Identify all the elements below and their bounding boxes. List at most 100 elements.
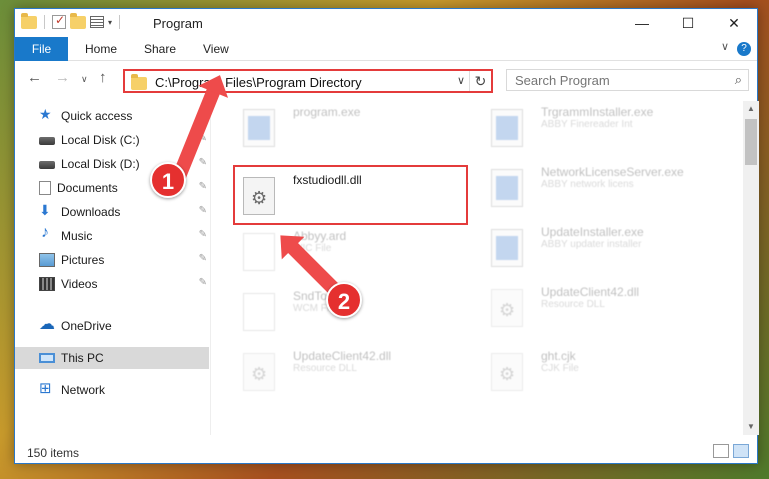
exe-icon	[491, 169, 523, 207]
help-icon[interactable]: ?	[737, 42, 751, 56]
file-description: ABBY network licens	[541, 179, 634, 190]
address-dropdown-icon[interactable]: ∨	[457, 74, 465, 87]
file-name: NetworkLicenseServer.exe	[541, 165, 684, 179]
file-list: program.exe TrgrammInstaller.exe ABBY Fi…	[219, 101, 743, 435]
dll-icon	[491, 353, 523, 391]
scroll-up-icon[interactable]: ▲	[743, 101, 759, 117]
file-name: ght.cjk	[541, 349, 576, 363]
file-item[interactable]: Abbyy.ard WIC File	[227, 225, 477, 283]
step-2-badge: 2	[326, 282, 362, 318]
tab-file[interactable]: File	[15, 37, 68, 61]
file-item[interactable]: TrgrammInstaller.exe ABBY Finereader Int	[475, 101, 725, 159]
disk-icon	[39, 161, 55, 169]
customize-toolbar-icon[interactable]: ▾	[108, 18, 112, 27]
address-bar[interactable]: C:\Program Files\Program Directory ∨ ↻	[123, 69, 493, 93]
pin-icon[interactable]: ✎	[199, 157, 207, 168]
file-icon	[243, 233, 275, 271]
pin-icon[interactable]: ✎	[199, 229, 207, 240]
sidebar-item-label: Music	[61, 229, 93, 243]
sidebar-item-quick-access[interactable]: Quick access	[15, 105, 209, 127]
exe-icon	[491, 109, 523, 147]
exe-icon	[243, 109, 275, 147]
search-box[interactable]: ⌕	[506, 69, 749, 91]
address-path[interactable]: C:\Program Files\Program Directory	[155, 75, 362, 90]
new-folder-icon[interactable]	[70, 12, 86, 29]
large-icons-view-icon[interactable]	[733, 444, 749, 458]
file-item[interactable]: ght.cjk CJK File	[475, 345, 725, 403]
file-item[interactable]: UpdateInstaller.exe ABBY updater install…	[475, 221, 725, 279]
status-bar: 150 items	[15, 441, 757, 463]
pin-icon[interactable]: ✎	[199, 181, 207, 192]
disk-icon	[39, 137, 55, 145]
step-1-badge: 1	[150, 162, 186, 198]
file-item[interactable]: UpdateClient42.dll Resource DLL	[475, 281, 725, 339]
sidebar-item-pictures[interactable]: Pictures ✎	[15, 249, 209, 271]
sidebar-item-label: This PC	[61, 351, 104, 365]
close-button[interactable]: ✕	[711, 9, 757, 37]
tab-view[interactable]: View	[191, 37, 241, 61]
file-item[interactable]: NetworkLicenseServer.exe ABBY network li…	[475, 161, 725, 219]
tab-home[interactable]: Home	[73, 37, 129, 61]
file-description: ABBY updater installer	[541, 239, 642, 250]
scroll-thumb[interactable]	[745, 119, 757, 165]
sidebar-item-videos[interactable]: Videos ✎	[15, 273, 209, 295]
music-icon	[39, 224, 55, 243]
details-view-icon[interactable]	[713, 444, 729, 458]
ribbon: File Home Share View ∨ ?	[15, 37, 757, 61]
sidebar-item-this-pc[interactable]: This PC	[15, 347, 209, 369]
document-icon	[39, 181, 51, 195]
view-icon[interactable]	[90, 16, 104, 28]
search-input[interactable]	[507, 70, 717, 90]
highlight-box-file	[233, 165, 468, 225]
search-icon[interactable]: ⌕	[735, 72, 742, 88]
sidebar-item-label: Pictures	[61, 253, 105, 267]
back-button[interactable]: ←	[27, 69, 42, 86]
navigation-bar: ← → ∨ ↑ C:\Program Files\Program Directo…	[15, 61, 757, 97]
properties-icon[interactable]	[52, 13, 66, 29]
file-item[interactable]: program.exe	[227, 101, 477, 159]
refresh-button[interactable]: ↻	[469, 71, 491, 91]
expand-ribbon-icon[interactable]: ∨	[721, 40, 729, 53]
up-button[interactable]: ↑	[99, 69, 107, 86]
maximize-button[interactable]: ☐	[665, 9, 711, 37]
file-name: UpdateClient42.dll	[293, 349, 392, 363]
sidebar-item-network[interactable]: Network	[15, 379, 209, 401]
sidebar-item-music[interactable]: Music ✎	[15, 224, 209, 247]
pictures-icon	[39, 253, 55, 267]
pin-icon[interactable]: ✎	[199, 205, 207, 216]
file-icon	[243, 293, 275, 331]
forward-button[interactable]: →	[55, 69, 70, 86]
toolbar-divider	[44, 15, 45, 29]
tab-share[interactable]: Share	[132, 37, 188, 61]
sidebar-item-local-disk-c[interactable]: Local Disk (C:) ✎	[15, 129, 209, 151]
sidebar-item-onedrive[interactable]: OneDrive	[15, 314, 209, 337]
sidebar-item-downloads[interactable]: Downloads ✎	[15, 201, 209, 223]
file-name: program.exe	[293, 105, 361, 119]
minimize-button[interactable]: —	[619, 9, 665, 37]
computer-icon	[39, 353, 55, 363]
file-name: UpdateInstaller.exe	[541, 225, 644, 239]
sidebar-item-label: Documents	[57, 181, 118, 195]
file-description: Resource DLL	[541, 299, 605, 310]
file-description: ABBY Finereader Int	[541, 119, 633, 130]
title-bar: ▾ Program — ☐ ✕	[15, 9, 757, 37]
recent-locations-button[interactable]: ∨	[81, 74, 88, 85]
file-item[interactable]: UpdateClient42.dll Resource DLL	[227, 345, 477, 403]
pin-icon[interactable]: ✎	[199, 253, 207, 264]
window-controls: — ☐ ✕	[619, 9, 757, 37]
item-count: 150 items	[27, 446, 80, 460]
dll-icon	[491, 289, 523, 327]
scroll-down-icon[interactable]: ▼	[743, 419, 759, 435]
file-name: UpdateClient42.dll	[541, 285, 640, 299]
pin-icon[interactable]: ✎	[199, 277, 207, 288]
sidebar-item-label: Local Disk (D:)	[61, 157, 140, 171]
download-icon	[39, 202, 55, 219]
folder-icon	[131, 74, 147, 90]
exe-icon	[491, 229, 523, 267]
quick-access-toolbar: ▾	[21, 12, 123, 29]
sidebar-item-label: Videos	[61, 277, 98, 291]
video-icon	[39, 277, 55, 291]
vertical-scrollbar[interactable]: ▲ ▼	[743, 101, 759, 435]
file-description: Resource DLL	[293, 363, 357, 374]
sidebar-item-label: Quick access	[61, 109, 133, 123]
